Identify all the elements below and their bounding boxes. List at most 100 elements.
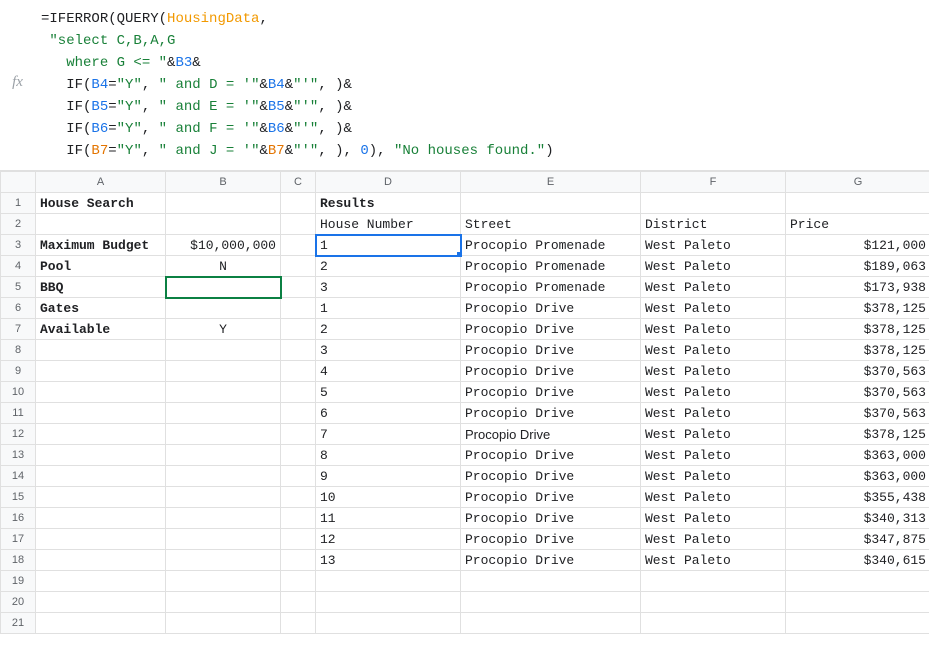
cell-B1[interactable] [166,193,281,214]
cell-E17[interactable]: Procopio Drive [461,529,641,550]
cell-G5[interactable]: $173,938 [786,277,929,298]
cell-B4[interactable]: N [166,256,281,277]
cell-E14[interactable]: Procopio Drive [461,466,641,487]
cell-E1[interactable] [461,193,641,214]
cell-F14[interactable]: West Paleto [641,466,786,487]
cell-G17[interactable]: $347,875 [786,529,929,550]
cell-E13[interactable]: Procopio Drive [461,445,641,466]
cell-F11[interactable]: West Paleto [641,403,786,424]
cell-A4[interactable]: Pool [36,256,166,277]
cell-A8[interactable] [36,340,166,361]
cell-F8[interactable]: West Paleto [641,340,786,361]
cell-C7[interactable] [281,319,316,340]
cell-A3[interactable]: Maximum Budget [36,235,166,256]
cell-D7[interactable]: 2 [316,319,461,340]
cell-E15[interactable]: Procopio Drive [461,487,641,508]
cell-B18[interactable] [166,550,281,571]
cell-F2[interactable]: District [641,214,786,235]
cell-D4[interactable]: 2 [316,256,461,277]
cell-G16[interactable]: $340,313 [786,508,929,529]
cell-A18[interactable] [36,550,166,571]
cell-F4[interactable]: West Paleto [641,256,786,277]
cell-B3[interactable]: $10,000,000 [166,235,281,256]
row-header-7[interactable]: 7 [1,319,36,340]
cell-C1[interactable] [281,193,316,214]
cell-B20[interactable] [166,592,281,613]
cell-C13[interactable] [281,445,316,466]
cell-C9[interactable] [281,361,316,382]
cell-E10[interactable]: Procopio Drive [461,382,641,403]
cell-E20[interactable] [461,592,641,613]
cell-A6[interactable]: Gates [36,298,166,319]
cell-D14[interactable]: 9 [316,466,461,487]
cell-G6[interactable]: $378,125 [786,298,929,319]
cell-D13[interactable]: 8 [316,445,461,466]
cell-C8[interactable] [281,340,316,361]
cell-B17[interactable] [166,529,281,550]
cell-F10[interactable]: West Paleto [641,382,786,403]
cell-B6[interactable] [166,298,281,319]
row-header-13[interactable]: 13 [1,445,36,466]
cell-E5[interactable]: Procopio Promenade [461,277,641,298]
row-header-9[interactable]: 9 [1,361,36,382]
cell-F20[interactable] [641,592,786,613]
cell-B14[interactable] [166,466,281,487]
cell-A20[interactable] [36,592,166,613]
cell-D18[interactable]: 13 [316,550,461,571]
cell-F5[interactable]: West Paleto [641,277,786,298]
cell-C20[interactable] [281,592,316,613]
cell-C4[interactable] [281,256,316,277]
row-header-11[interactable]: 11 [1,403,36,424]
cell-A2[interactable] [36,214,166,235]
cell-C14[interactable] [281,466,316,487]
cell-C17[interactable] [281,529,316,550]
cell-C12[interactable] [281,424,316,445]
row-header-2[interactable]: 2 [1,214,36,235]
row-header-17[interactable]: 17 [1,529,36,550]
cell-C11[interactable] [281,403,316,424]
cell-B10[interactable] [166,382,281,403]
cell-G2[interactable]: Price [786,214,929,235]
cell-C2[interactable] [281,214,316,235]
cell-A9[interactable] [36,361,166,382]
cell-G4[interactable]: $189,063 [786,256,929,277]
cell-F12[interactable]: West Paleto [641,424,786,445]
row-header-20[interactable]: 20 [1,592,36,613]
cell-A19[interactable] [36,571,166,592]
cell-G10[interactable]: $370,563 [786,382,929,403]
row-header-21[interactable]: 21 [1,613,36,634]
cell-D16[interactable]: 11 [316,508,461,529]
cell-F15[interactable]: West Paleto [641,487,786,508]
cell-F16[interactable]: West Paleto [641,508,786,529]
cell-F3[interactable]: West Paleto [641,235,786,256]
col-header-B[interactable]: B [166,172,281,193]
cell-D8[interactable]: 3 [316,340,461,361]
cell-D20[interactable] [316,592,461,613]
cell-A13[interactable] [36,445,166,466]
cell-A15[interactable] [36,487,166,508]
cell-B16[interactable] [166,508,281,529]
cell-G11[interactable]: $370,563 [786,403,929,424]
row-header-3[interactable]: 3 [1,235,36,256]
cell-G1[interactable] [786,193,929,214]
row-header-15[interactable]: 15 [1,487,36,508]
cell-A12[interactable] [36,424,166,445]
cell-D12[interactable]: 7 [316,424,461,445]
cell-E7[interactable]: Procopio Drive [461,319,641,340]
cell-C15[interactable] [281,487,316,508]
cell-E21[interactable] [461,613,641,634]
cell-G19[interactable] [786,571,929,592]
col-header-G[interactable]: G [786,172,929,193]
cell-E9[interactable]: Procopio Drive [461,361,641,382]
cell-A11[interactable] [36,403,166,424]
cell-G21[interactable] [786,613,929,634]
row-header-18[interactable]: 18 [1,550,36,571]
cell-F7[interactable]: West Paleto [641,319,786,340]
col-header-D[interactable]: D [316,172,461,193]
row-header-12[interactable]: 12 [1,424,36,445]
cell-A17[interactable] [36,529,166,550]
cell-G12[interactable]: $378,125 [786,424,929,445]
cell-G15[interactable]: $355,438 [786,487,929,508]
cell-F17[interactable]: West Paleto [641,529,786,550]
row-header-6[interactable]: 6 [1,298,36,319]
